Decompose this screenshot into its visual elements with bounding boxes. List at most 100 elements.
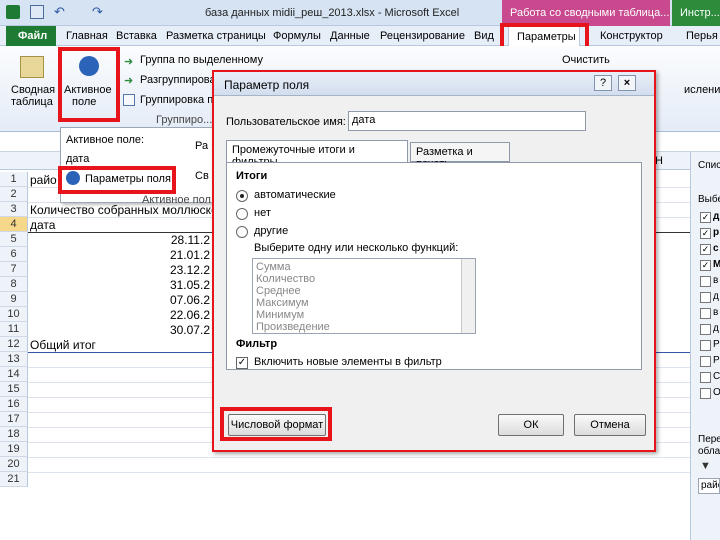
filter-icon: ▼ [700,460,711,472]
row-number[interactable]: 12 [0,337,28,352]
row-number[interactable]: 14 [0,367,28,382]
cancel-button[interactable]: Отмена [574,414,646,436]
calc-label[interactable]: исления [684,84,720,96]
field-name[interactable]: М [713,259,720,270]
date-cell[interactable]: 31.05.2 [150,278,210,292]
functions-scrollbar[interactable] [461,259,475,333]
field-checkbox[interactable] [700,356,711,367]
field-checkbox[interactable] [700,308,711,319]
tab-cut[interactable]: Перья [686,30,718,42]
field-name[interactable]: с [713,243,719,254]
field-name[interactable]: д [713,323,719,334]
row-area-item[interactable]: райо [698,478,720,494]
include-new-checkbox[interactable]: ✓ [236,357,248,369]
field-name[interactable]: р [713,227,719,238]
date-cell[interactable]: 22.06.2 [150,308,210,322]
field-list-title: Спис [698,160,720,171]
field-name[interactable]: О [713,387,720,398]
radio-other[interactable] [236,226,248,238]
tab-review[interactable]: Рецензирование [380,30,465,42]
function-item[interactable]: Произведение [256,321,330,333]
tab-formulas[interactable]: Формулы [273,30,321,42]
cell-r1[interactable]: райо [30,173,57,187]
tab-constructor[interactable]: Конструктор [600,30,663,42]
row-number[interactable]: 9 [0,292,28,307]
row-number[interactable]: 19 [0,442,28,457]
tab-insert[interactable]: Вставка [116,30,157,42]
row-number[interactable]: 21 [0,472,28,487]
tab-data[interactable]: Данные [330,30,370,42]
functions-listbox[interactable]: Сумма Количество Среднее Максимум Миниму… [252,258,476,334]
include-new-label: Включить новые элементы в фильтр [254,356,442,368]
row-number[interactable]: 13 [0,352,28,367]
row-number[interactable]: 3 [0,202,28,217]
field-checkbox[interactable]: ✓ [700,260,711,271]
column-h-header[interactable]: H [655,155,663,167]
field-checkbox[interactable]: ✓ [700,244,711,255]
field-checkbox[interactable] [700,324,711,335]
field-checkbox[interactable] [700,292,711,303]
clear-button[interactable]: Очистить [562,54,610,66]
close-button[interactable]: × [618,75,636,91]
row-number[interactable]: 7 [0,262,28,277]
tab-view[interactable]: Вид [474,30,494,42]
field-checkbox[interactable] [700,276,711,287]
row-number[interactable]: 17 [0,412,28,427]
function-item[interactable]: Количество [256,273,315,285]
radio-automatic[interactable] [236,190,248,202]
function-item[interactable]: Среднее [256,285,301,297]
field-checkbox[interactable] [700,372,711,383]
field-name[interactable]: в [713,307,718,318]
field-checkbox[interactable] [700,388,711,399]
save-icon[interactable] [30,5,44,19]
pivot-table-label-2[interactable]: таблица [11,96,53,108]
row-number[interactable]: 16 [0,397,28,412]
tab-file[interactable]: Файл [6,26,56,46]
row-number[interactable]: 5 [0,232,28,247]
field-name[interactable]: д [713,211,719,222]
redo-icon[interactable]: ↷ [92,4,103,20]
row-number[interactable]: 1 [0,172,28,187]
field-name[interactable]: д [713,291,719,302]
row-number[interactable]: 4 [0,217,28,232]
date-cell[interactable]: 23.12.2 [150,263,210,277]
field-name[interactable]: С [713,371,720,382]
field-checkbox[interactable]: ✓ [700,228,711,239]
row-number[interactable]: 8 [0,277,28,292]
tab-page-layout[interactable]: Разметка страницы [166,30,266,42]
custom-name-label: Пользовательское имя: [226,116,346,128]
help-button[interactable]: ? [594,75,612,91]
field-name[interactable]: в [713,275,718,286]
field-name[interactable]: Р [713,339,720,350]
group-selection-button[interactable]: Группа по выделенному [140,54,263,66]
row-number[interactable]: 15 [0,382,28,397]
tab-home[interactable]: Главная [66,30,108,42]
date-cell[interactable]: 21.01.2 [150,248,210,262]
active-field-value[interactable]: дата [66,153,89,165]
row-number[interactable]: 18 [0,427,28,442]
radio-none[interactable] [236,208,248,220]
row-number[interactable]: 20 [0,457,28,472]
function-item[interactable]: Минимум [256,309,304,321]
ok-button[interactable]: ОК [498,414,564,436]
function-item[interactable]: Максимум [256,297,309,309]
totals-section-title: Итоги [236,170,268,182]
date-cell[interactable]: 28.11.2 [150,233,210,247]
row-number[interactable]: 10 [0,307,28,322]
custom-name-input[interactable]: дата [348,111,586,131]
date-cell[interactable]: 30.07.2 [150,323,210,337]
field-checkbox[interactable]: ✓ [700,212,711,223]
row-number[interactable]: 6 [0,247,28,262]
function-item[interactable]: Сумма [256,261,291,273]
tab-layout-print[interactable]: Разметка и печать [410,142,510,170]
cell-r12[interactable]: Общий итог [30,338,96,352]
field-name[interactable]: Р [713,355,720,366]
undo-icon[interactable]: ↶ [54,4,65,20]
field-checkbox[interactable] [700,340,711,351]
pivot-table-label-1[interactable]: Сводная [11,84,55,96]
cell-r4[interactable]: дата [30,218,55,232]
date-cell[interactable]: 07.06.2 [150,293,210,307]
row-number[interactable]: 2 [0,187,28,202]
tab-subtotals-filters[interactable]: Промежуточные итоги и фильтры [226,140,408,168]
row-number[interactable]: 11 [0,322,28,337]
